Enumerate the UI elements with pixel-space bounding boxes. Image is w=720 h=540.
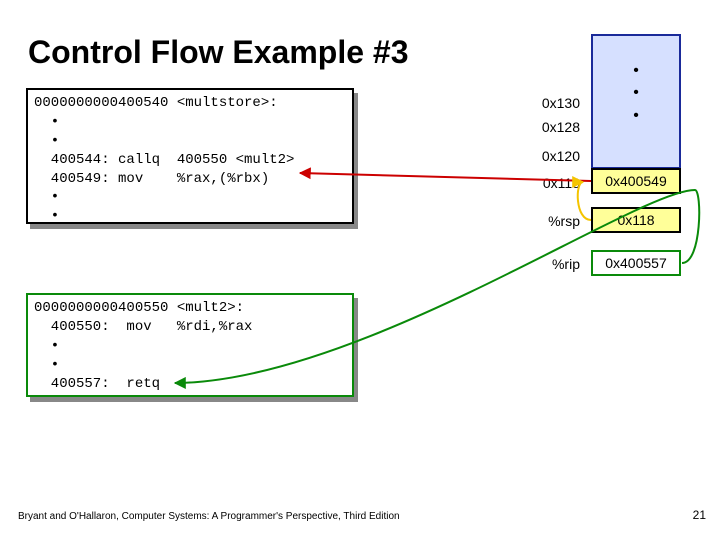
addr-128: 0x128 — [520, 119, 580, 135]
slide-title: Control Flow Example #3 — [28, 34, 409, 71]
rip-label: %rip — [520, 256, 580, 272]
footer-text: Bryant and O'Hallaron, Computer Systems:… — [18, 511, 400, 522]
rsp-value: 0x118 — [591, 207, 681, 233]
code-multstore: 0000000000400540 <multstore>: • • 400544… — [26, 88, 354, 224]
addr-130: 0x130 — [520, 95, 580, 111]
rip-value: 0x400557 — [591, 250, 681, 276]
page-number: 21 — [693, 508, 706, 522]
addr-118: 0x118 — [520, 175, 580, 191]
addr-120: 0x120 — [520, 148, 580, 164]
code-mult2: 0000000000400550 <mult2>: 400550: mov %r… — [26, 293, 354, 397]
rsp-label: %rsp — [520, 213, 580, 229]
stack-dots: • • • — [593, 60, 679, 127]
stack-val-400549: 0x400549 — [591, 168, 681, 194]
